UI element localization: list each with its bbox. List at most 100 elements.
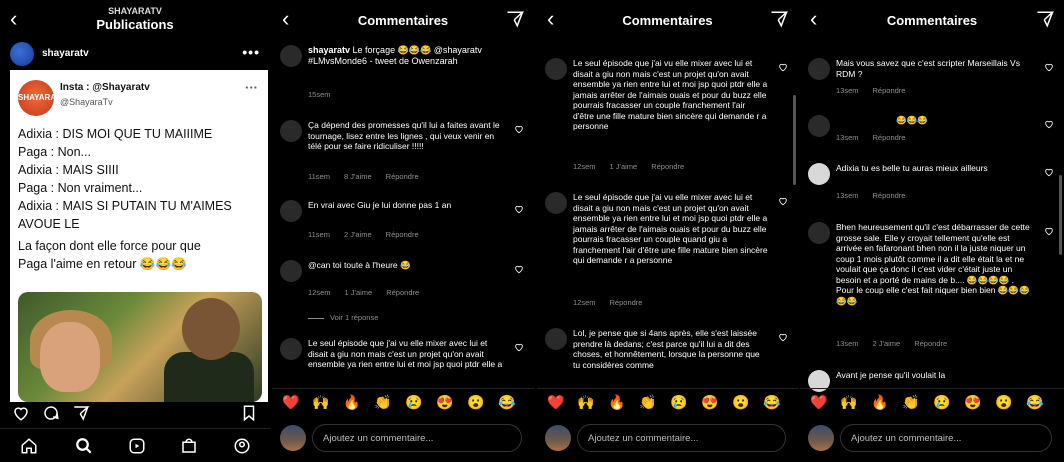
comment-input[interactable]: Ajoutez un commentaire... bbox=[840, 424, 1052, 452]
avatar[interactable] bbox=[545, 192, 567, 214]
reply-link[interactable]: Répondre bbox=[873, 191, 906, 200]
avatar[interactable] bbox=[10, 42, 34, 66]
avatar[interactable] bbox=[280, 200, 302, 222]
emoji-button[interactable]: 😮 bbox=[732, 394, 749, 410]
emoji-button[interactable]: 😢 bbox=[933, 394, 950, 410]
send-icon[interactable] bbox=[1036, 10, 1054, 28]
post-username[interactable]: shayaratv bbox=[42, 48, 89, 59]
reply-link[interactable]: Répondre bbox=[873, 86, 906, 95]
heart-icon[interactable] bbox=[12, 404, 30, 422]
emoji-button[interactable]: 🔥 bbox=[343, 394, 360, 410]
comment-meta: 11sem 2 J'aime Répondre bbox=[308, 230, 433, 239]
emoji-button[interactable]: 👏 bbox=[902, 394, 919, 410]
emoji-button[interactable]: 😍 bbox=[964, 394, 981, 410]
avatar-logo-text: SHAYARA bbox=[18, 93, 57, 102]
reply-link[interactable]: Répondre bbox=[386, 172, 419, 181]
send-icon[interactable] bbox=[506, 10, 524, 28]
like-heart-icon[interactable] bbox=[1044, 62, 1054, 72]
post-panel: ‹ SHAYARATV Publications shayaratv ••• S… bbox=[0, 0, 270, 462]
comment-likes[interactable]: 8 J'aime bbox=[344, 172, 372, 181]
comment-time: 11sem bbox=[308, 230, 330, 239]
emoji-button[interactable]: 🔥 bbox=[871, 394, 888, 410]
avatar[interactable] bbox=[280, 338, 302, 360]
avatar[interactable] bbox=[545, 58, 567, 80]
avatar[interactable] bbox=[808, 115, 830, 137]
like-heart-icon[interactable] bbox=[1044, 119, 1054, 129]
emoji-button[interactable]: 🙌 bbox=[840, 394, 857, 410]
comment-likes[interactable]: 2 J'aime bbox=[344, 230, 372, 239]
search-icon[interactable] bbox=[75, 437, 93, 455]
comment-time: 13sem bbox=[836, 191, 859, 200]
shop-icon[interactable] bbox=[180, 437, 198, 455]
emoji-button[interactable]: ❤️ bbox=[282, 394, 299, 410]
avatar bbox=[545, 425, 571, 451]
send-icon[interactable] bbox=[770, 10, 788, 28]
emoji-button[interactable]: 😂 bbox=[1026, 394, 1043, 410]
comment-likes[interactable]: 1 J'aime bbox=[345, 288, 373, 297]
share-icon[interactable] bbox=[72, 404, 90, 422]
comment-likes[interactable]: 1 J'aime bbox=[610, 162, 638, 171]
profile-icon[interactable] bbox=[233, 437, 251, 455]
comment-input[interactable]: Ajoutez un commentaire... bbox=[577, 424, 786, 452]
bookmark-icon[interactable] bbox=[240, 404, 258, 422]
like-heart-icon[interactable] bbox=[778, 332, 788, 342]
reply-link[interactable]: Répondre bbox=[651, 162, 684, 171]
tweet-handle: @ShayaraTv bbox=[60, 97, 113, 107]
emoji-button[interactable]: 😢 bbox=[405, 394, 422, 410]
bottom-nav bbox=[0, 428, 270, 462]
comment-time: 13sem bbox=[836, 339, 859, 348]
avatar[interactable] bbox=[808, 58, 830, 80]
more-options-icon[interactable]: ••• bbox=[242, 44, 260, 60]
comment-input-row: Ajoutez un commentaire... bbox=[800, 420, 1064, 456]
comment-text: Lol, je pense que si 4ans après, elle s'… bbox=[573, 328, 760, 370]
reply-link[interactable]: Répondre bbox=[914, 339, 947, 348]
like-heart-icon[interactable] bbox=[778, 196, 788, 206]
emoji-button[interactable]: 😮 bbox=[995, 394, 1012, 410]
emoji-button[interactable]: 😮 bbox=[467, 394, 484, 410]
emoji-button[interactable]: 🔥 bbox=[608, 394, 625, 410]
comment-meta: 13sem 2 J'aime Répondre bbox=[836, 339, 961, 348]
home-icon[interactable] bbox=[20, 437, 38, 455]
avatar[interactable] bbox=[280, 260, 302, 282]
avatar[interactable] bbox=[280, 45, 302, 67]
reply-link[interactable]: Répondre bbox=[873, 133, 906, 142]
reply-link[interactable]: Répondre bbox=[610, 298, 643, 307]
reels-icon[interactable] bbox=[128, 437, 146, 455]
emoji-button[interactable]: 😢 bbox=[670, 394, 687, 410]
avatar[interactable] bbox=[545, 328, 567, 350]
emoji-button[interactable]: 🙌 bbox=[577, 394, 594, 410]
emoji-button[interactable]: ❤️ bbox=[547, 394, 564, 410]
reply-link[interactable]: Répondre bbox=[386, 288, 419, 297]
emoji-button[interactable]: 😍 bbox=[436, 394, 453, 410]
emoji-button[interactable]: 😍 bbox=[701, 394, 718, 410]
like-heart-icon[interactable] bbox=[1044, 226, 1054, 236]
like-heart-icon[interactable] bbox=[1044, 167, 1054, 177]
emoji-button[interactable]: 😂 bbox=[763, 394, 780, 410]
comment-input[interactable]: Ajoutez un commentaire... bbox=[312, 424, 522, 452]
emoji-button[interactable]: 😂 bbox=[498, 394, 515, 410]
like-heart-icon[interactable] bbox=[514, 264, 524, 274]
like-heart-icon[interactable] bbox=[514, 204, 524, 214]
like-heart-icon[interactable] bbox=[778, 62, 788, 72]
tweet-image: SHAYARA Insta : @Shayaratv @ShayaraTv ··… bbox=[10, 70, 268, 402]
comment-icon[interactable] bbox=[42, 404, 60, 422]
caption-username[interactable]: shayaratv bbox=[308, 45, 350, 55]
avatar[interactable] bbox=[280, 120, 302, 142]
emoji-button[interactable]: ❤️ bbox=[810, 394, 827, 410]
emoji-button[interactable]: 👏 bbox=[639, 394, 656, 410]
emoji-button[interactable]: 👏 bbox=[374, 394, 391, 410]
like-heart-icon[interactable] bbox=[514, 124, 524, 134]
avatar[interactable] bbox=[808, 222, 830, 244]
avatar[interactable] bbox=[808, 163, 830, 185]
tweet-line: Adixia : DIS MOI QUE TU MAIIIME bbox=[18, 127, 213, 141]
post-actions bbox=[12, 404, 258, 426]
comment-input-row: Ajoutez un commentaire... bbox=[537, 420, 798, 456]
comment-likes[interactable]: 2 J'aime bbox=[873, 339, 901, 348]
view-replies-link[interactable]: Voir 1 réponse bbox=[308, 313, 378, 322]
emoji-button[interactable]: 🙌 bbox=[312, 394, 329, 410]
scrollbar[interactable] bbox=[793, 95, 796, 185]
comment-input-row: Ajoutez un commentaire... bbox=[272, 420, 534, 456]
like-heart-icon[interactable] bbox=[514, 342, 524, 352]
scrollbar[interactable] bbox=[1059, 175, 1062, 255]
reply-link[interactable]: Répondre bbox=[386, 230, 419, 239]
